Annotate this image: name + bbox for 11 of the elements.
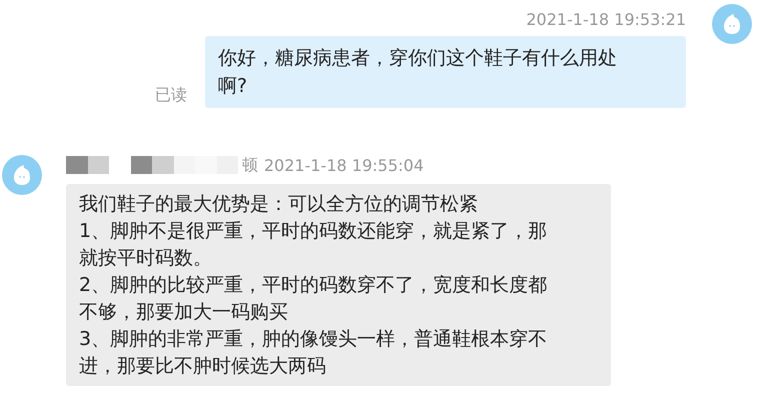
message-text: 3、脚肿的非常严重，肿的像馒头一样，普通鞋根本穿不进，那要比不肿时候选大两码 [79,327,548,379]
message-text: 我们鞋子的最大优势是：可以全方位的调节松紧 [79,192,479,217]
message-bubble: 你好，糖尿病患者，穿你们这个鞋子有什么用处啊? [205,36,686,108]
sender-name: 顿 [242,154,258,176]
message-time: 2021-1-18 19:53:21 [526,10,686,28]
avatar-icon [712,4,752,44]
message-text: 1、脚肿不是很严重，平时的码数还能穿，就是紧了，那就按平时码数。 [79,219,548,271]
message-text: 2、脚肿的比较严重，平时的码数穿不了，宽度和长度都不够，那要加大一码购买 [79,273,548,325]
avatar-icon [2,155,42,195]
message-time: 2021-1-18 19:55:04 [264,156,424,174]
read-status: 已读 [155,85,187,106]
